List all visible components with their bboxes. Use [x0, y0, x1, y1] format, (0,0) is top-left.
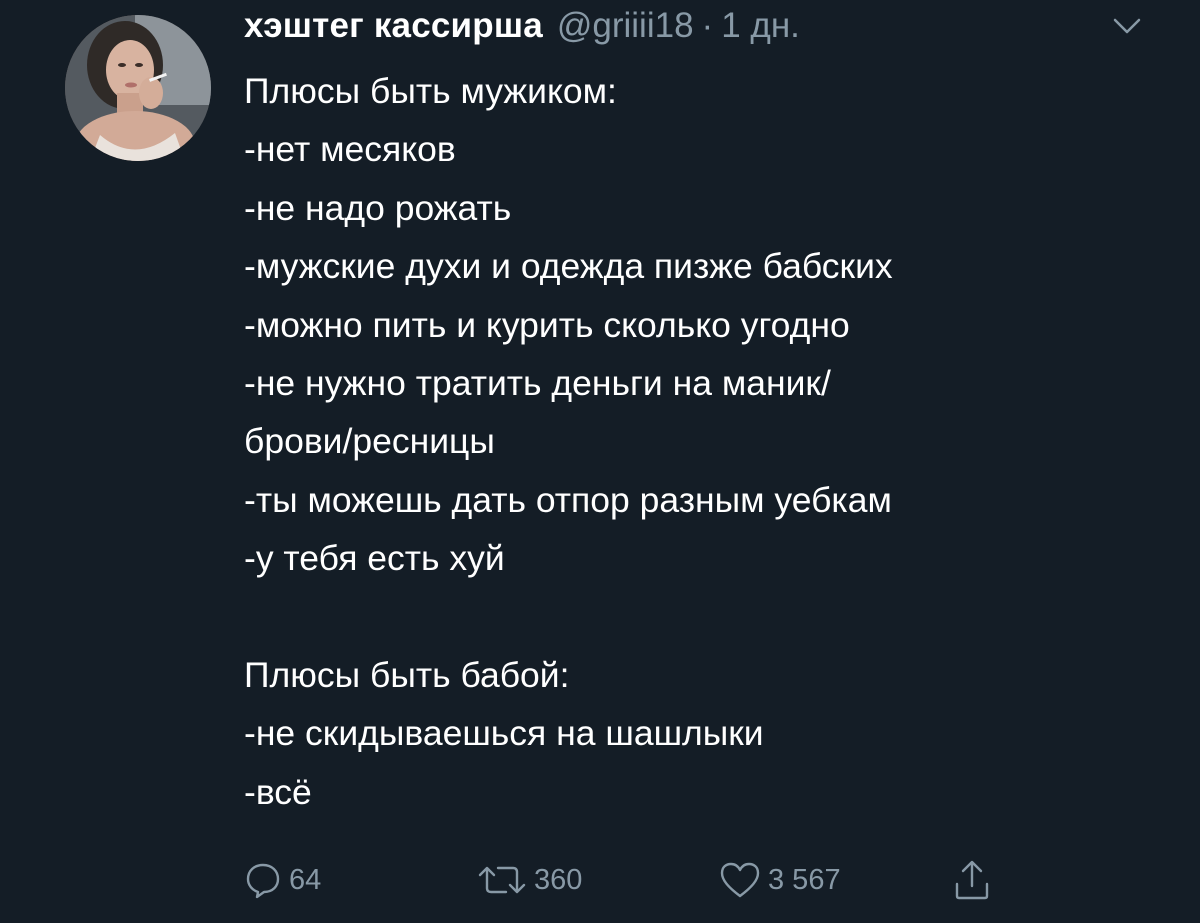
retweet-count: 360 — [534, 863, 583, 896]
tweet-text-line: Плюсы быть мужиком: — [244, 71, 617, 111]
tweet-text-line: -не нужно тратить деньги на маник/ — [244, 362, 831, 403]
like-button[interactable]: 3 567 — [718, 858, 841, 902]
display-name[interactable]: хэштег кассирша — [244, 6, 543, 46]
chevron-down-icon[interactable] — [1110, 14, 1144, 38]
tweet-text-line: -не надо рожать — [244, 187, 512, 228]
tweet-text-line: -мужские духи и одежда пизже бабских — [244, 246, 893, 287]
tweet-text-line: -можно пить и курить сколько угодно — [244, 304, 850, 345]
tweet-text-line: брови/ресницы — [244, 421, 495, 462]
tweet-header: хэштег кассирша @griiii18 · 1 дн. — [244, 6, 800, 50]
heart-icon — [718, 860, 762, 900]
tweet-text-line: -ты можешь дать отпор разным уебкам — [244, 479, 892, 520]
tweet-text-line: -всё — [244, 771, 312, 812]
avatar[interactable] — [65, 15, 211, 161]
tweet-actions: 64 360 3 567 — [240, 858, 1140, 902]
tweet-timestamp[interactable]: 1 дн. — [721, 6, 800, 46]
retweet-button[interactable]: 360 — [476, 858, 582, 902]
tweet-text-line: -не скидываешься на шашлыки — [244, 713, 764, 754]
retweet-icon — [476, 860, 528, 900]
tweet-text-line — [244, 588, 1184, 646]
reply-count: 64 — [289, 863, 322, 896]
tweet[interactable]: хэштег кассирша @griiii18 · 1 дн. Плюсы … — [0, 0, 1200, 923]
tweet-text: Плюсы быть мужиком: -нет месяков -не над… — [244, 62, 1184, 821]
like-count: 3 567 — [768, 863, 841, 896]
header-separator: · — [701, 6, 714, 45]
share-icon — [952, 858, 992, 902]
tweet-text-line: -у тебя есть хуй — [244, 538, 505, 579]
user-handle[interactable]: @griiii18 — [557, 6, 694, 46]
tweet-text-line: -нет месяков — [244, 129, 456, 170]
tweet-text-line: Плюсы быть бабой: — [244, 654, 570, 695]
share-button[interactable] — [952, 858, 992, 902]
reply-button[interactable]: 64 — [243, 858, 321, 902]
reply-icon — [243, 860, 283, 900]
